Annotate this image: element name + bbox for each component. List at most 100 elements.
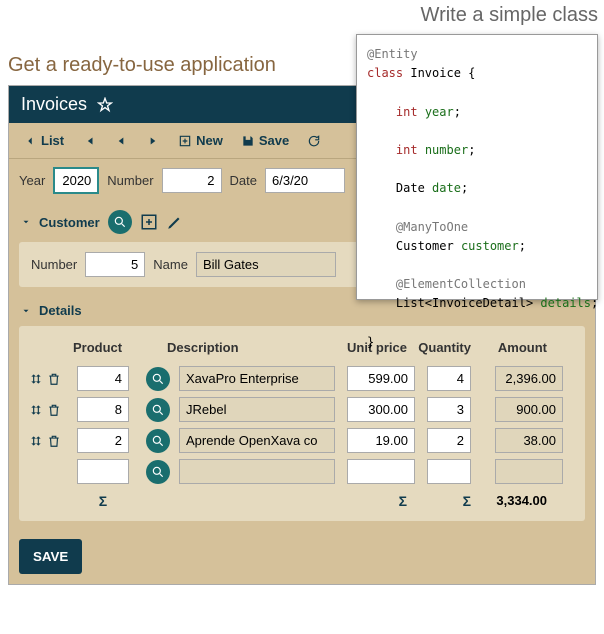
new-label: New — [196, 133, 223, 148]
code-field: number — [425, 143, 468, 157]
qty-input[interactable] — [427, 397, 471, 422]
customer-title: Customer — [39, 215, 100, 230]
code-annotation: @Entity — [367, 47, 418, 61]
code-type: Customer — [396, 239, 454, 253]
pencil-icon[interactable] — [166, 213, 184, 231]
heading-write-class: Write a simple class — [421, 4, 598, 27]
sigma-icon: Σ — [73, 493, 133, 509]
hdr-amount: Amount — [471, 340, 547, 355]
trash-icon[interactable] — [47, 372, 61, 386]
search-icon — [151, 465, 165, 479]
table-row — [25, 363, 579, 394]
code-field: details — [540, 296, 591, 310]
goto-first-icon — [82, 134, 96, 148]
details-header: Product Description Unit price Quantity … — [25, 332, 579, 363]
code-type: List<InvoiceDetail> — [396, 296, 533, 310]
code-annotation: @ElementCollection — [396, 277, 526, 291]
save-label: Save — [259, 133, 289, 148]
cust-name-input — [196, 252, 336, 277]
empty-amount-output — [495, 459, 563, 484]
details-title: Details — [39, 303, 82, 318]
qty-input[interactable] — [427, 366, 471, 391]
save-button[interactable]: SAVE — [19, 539, 82, 574]
product-input[interactable] — [77, 366, 129, 391]
unit-input[interactable] — [347, 397, 415, 422]
year-input[interactable] — [53, 167, 99, 194]
reorder-icon[interactable] — [29, 403, 43, 417]
prev-button[interactable] — [108, 130, 134, 152]
empty-unit-input[interactable] — [347, 459, 415, 484]
empty-qty-input[interactable] — [427, 459, 471, 484]
code-annotation: @ManyToOne — [396, 220, 468, 234]
grand-total: 3,334.00 — [471, 493, 547, 509]
details-box: Product Description Unit price Quantity … — [19, 326, 585, 521]
unit-input[interactable] — [347, 428, 415, 453]
code-type: int — [396, 143, 418, 157]
app-title: Invoices — [21, 94, 87, 115]
description-output — [179, 397, 335, 422]
cust-number-input[interactable] — [85, 252, 145, 277]
hdr-qty: Quantity — [407, 340, 471, 355]
code-type: Date — [396, 181, 425, 195]
heading-get-app: Get a ready-to-use application — [8, 54, 276, 77]
empty-search-button[interactable] — [146, 460, 170, 484]
refresh-icon — [307, 134, 321, 148]
star-icon[interactable] — [97, 97, 113, 113]
search-icon — [151, 372, 165, 386]
code-field: date — [432, 181, 461, 195]
list-button[interactable]: List — [17, 129, 70, 152]
description-output — [179, 428, 335, 453]
amount-output — [495, 366, 563, 391]
hdr-product: Product — [73, 340, 133, 355]
save-toolbar-button[interactable]: Save — [235, 129, 295, 152]
number-label: Number — [107, 173, 153, 188]
row-search-button[interactable] — [146, 367, 170, 391]
trash-icon[interactable] — [47, 434, 61, 448]
first-button[interactable] — [76, 130, 102, 152]
code-type: int — [396, 105, 418, 119]
product-input[interactable] — [77, 397, 129, 422]
code-keyword: class — [367, 66, 403, 80]
sigma-icon: Σ — [331, 493, 407, 509]
year-label: Year — [19, 173, 45, 188]
code-field: year — [425, 105, 454, 119]
goto-prev-icon — [114, 134, 128, 148]
chevron-down-icon — [21, 217, 31, 227]
search-icon — [151, 403, 165, 417]
code-field: customer — [461, 239, 519, 253]
sum-row: Σ Σ Σ 3,334.00 — [25, 487, 579, 515]
amount-output — [495, 397, 563, 422]
product-input[interactable] — [77, 428, 129, 453]
trash-icon[interactable] — [47, 403, 61, 417]
number-input[interactable] — [162, 168, 222, 193]
unit-input[interactable] — [347, 366, 415, 391]
code-box: @Entity class Invoice { int year; int nu… — [356, 34, 598, 300]
refresh-button[interactable] — [301, 130, 327, 152]
description-output — [179, 366, 335, 391]
chevron-left-icon — [23, 134, 37, 148]
row-search-button[interactable] — [146, 398, 170, 422]
chevron-down-icon — [21, 306, 31, 316]
qty-input[interactable] — [427, 428, 471, 453]
row-search-button[interactable] — [146, 429, 170, 453]
floppy-icon — [241, 134, 255, 148]
empty-product-input[interactable] — [77, 459, 129, 484]
customer-search-button[interactable] — [108, 210, 132, 234]
search-icon — [151, 434, 165, 448]
amount-output — [495, 428, 563, 453]
next-button[interactable] — [140, 130, 166, 152]
sigma-icon: Σ — [407, 493, 471, 509]
hdr-description: Description — [167, 340, 331, 355]
reorder-icon[interactable] — [29, 434, 43, 448]
empty-row — [25, 456, 579, 487]
cust-name-label: Name — [153, 257, 188, 272]
list-label: List — [41, 133, 64, 148]
cust-number-label: Number — [31, 257, 77, 272]
goto-next-icon — [146, 134, 160, 148]
reorder-icon[interactable] — [29, 372, 43, 386]
new-button[interactable]: New — [172, 129, 229, 152]
table-row — [25, 425, 579, 456]
code-classname: Invoice — [410, 66, 461, 80]
date-input[interactable] — [265, 168, 345, 193]
add-box-icon[interactable] — [140, 213, 158, 231]
